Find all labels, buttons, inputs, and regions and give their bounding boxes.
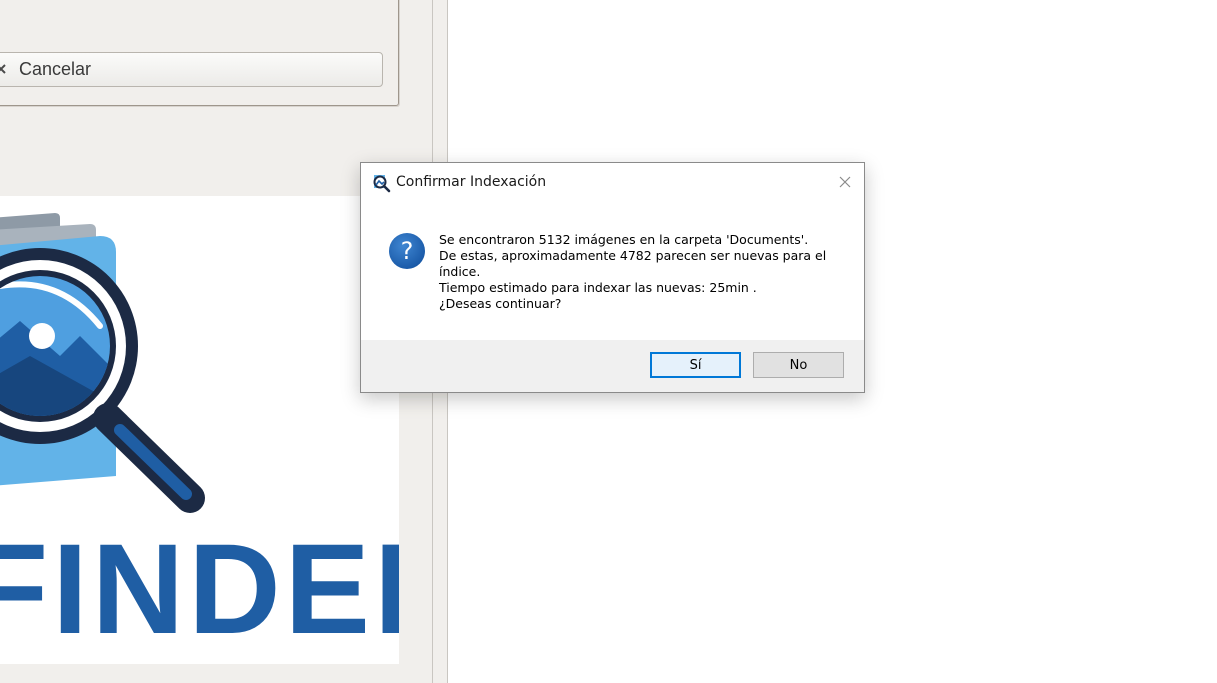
dialog-title: Confirmar Indexación <box>396 174 547 190</box>
no-button-label: No <box>789 357 808 373</box>
message-line: Tiempo estimado para indexar las nuevas:… <box>439 280 757 295</box>
message-line: ¿Deseas continuar? <box>439 296 562 311</box>
app-logo: FINDER <box>0 196 399 664</box>
yes-button[interactable]: Sí <box>650 352 741 378</box>
confirm-indexing-dialog: Confirmar Indexación ? Se encontraron 51… <box>360 162 865 393</box>
logo-wordmark: FINDER <box>0 518 399 661</box>
message-line: Se encontraron 5132 imágenes en la carpe… <box>439 232 809 247</box>
no-button[interactable]: No <box>753 352 844 378</box>
dialog-titlebar[interactable]: Confirmar Indexación <box>361 163 864 201</box>
cancel-x-icon <box>0 63 6 74</box>
cancel-button-label: Cancelar <box>19 59 92 79</box>
close-icon[interactable] <box>836 173 854 191</box>
message-line: índice. <box>439 264 481 279</box>
dialog-body: ? Se encontraron 5132 imágenes en la car… <box>361 201 864 340</box>
yes-button-label: Sí <box>689 357 702 373</box>
image-search-icon <box>373 175 391 193</box>
cancel-button[interactable]: Cancelar <box>0 52 383 87</box>
dialog-button-bar: Sí No <box>361 340 864 392</box>
question-icon: ? <box>389 233 425 269</box>
svg-text:?: ? <box>401 237 414 265</box>
dialog-message: Se encontraron 5132 imágenes en la carpe… <box>439 232 849 312</box>
magnifier-photo-logo-icon <box>0 213 205 513</box>
message-line: De estas, aproximadamente 4782 parecen s… <box>439 248 827 263</box>
